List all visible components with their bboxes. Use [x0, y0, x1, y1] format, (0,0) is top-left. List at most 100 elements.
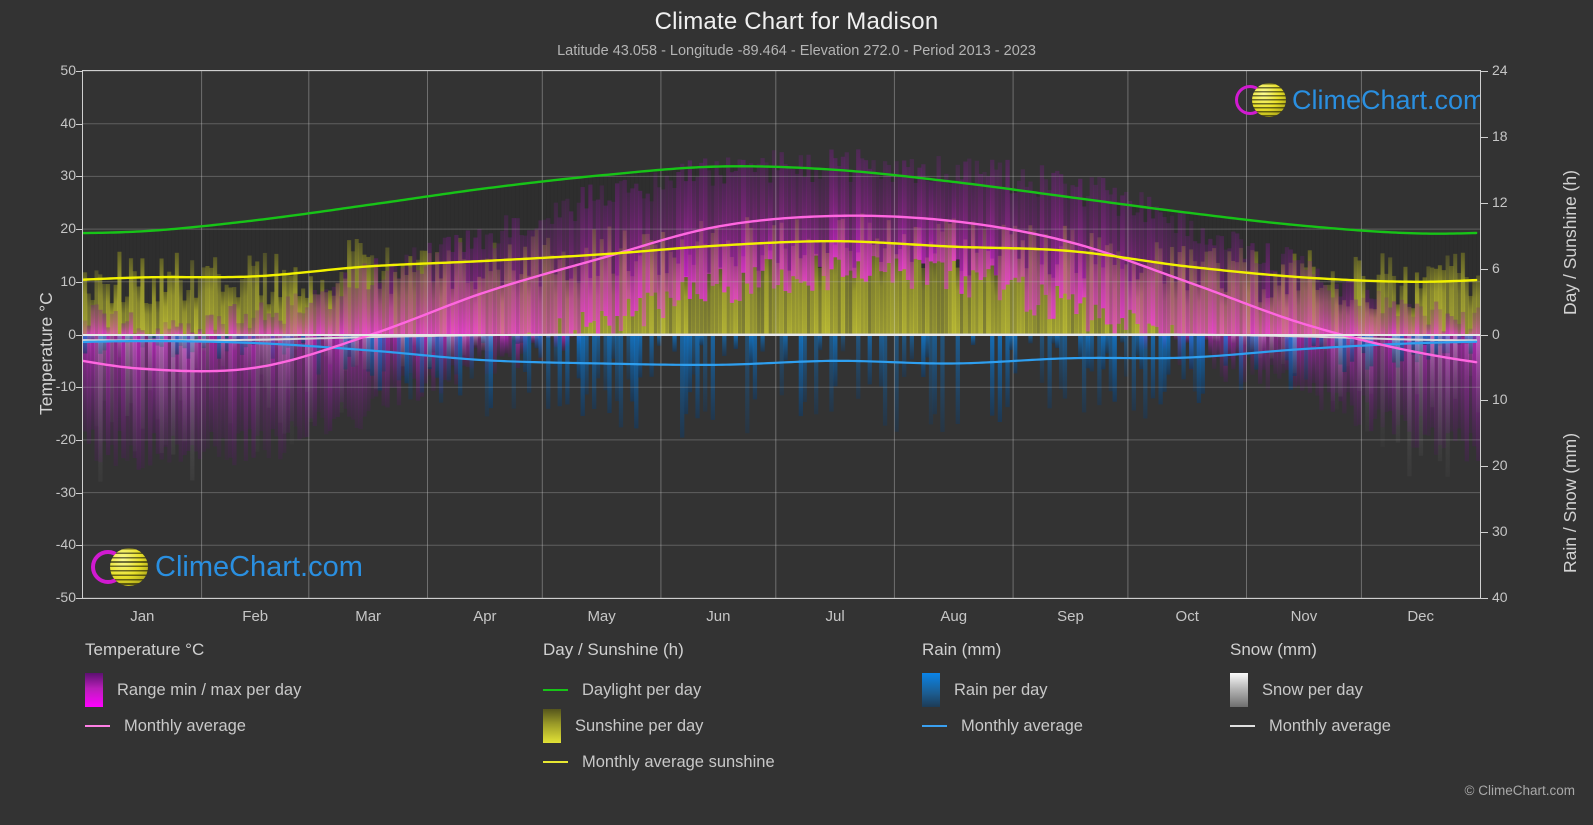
y-axis-right-tick-mark — [1481, 268, 1488, 270]
y-axis-right-tick-mark — [1481, 532, 1488, 534]
legend-item-label: Range min / max per day — [117, 680, 302, 699]
y-axis-left-tick: 0 — [68, 325, 76, 342]
x-axis-tick: Jan — [130, 608, 155, 625]
y-axis-left-tick: 40 — [60, 114, 76, 131]
legend-line-slot — [543, 689, 568, 691]
axis-line-bottom — [82, 598, 1481, 599]
x-axis-tick: Nov — [1290, 608, 1318, 625]
legend-group-title: Rain (mm) — [922, 640, 1002, 659]
chart-subtitle: Latitude 43.058 - Longitude -89.464 - El… — [557, 43, 1036, 59]
y-axis-right-top-tick: 12 — [1492, 193, 1508, 210]
y-axis-left-tick: -50 — [55, 589, 76, 605]
daylight-line-swatch — [543, 689, 568, 691]
legend-item-range-min-max[interactable]: Range min / max per day — [85, 672, 301, 708]
y-axis-left-tick-mark — [76, 71, 83, 72]
y-axis-left-tick-mark — [76, 334, 83, 336]
legend-line-slot — [922, 725, 947, 727]
legend-group-temperature: Temperature °C Range min / max per day M… — [85, 640, 301, 744]
snow-swatch — [1230, 673, 1248, 707]
x-axis-tick: Dec — [1407, 608, 1435, 625]
legend-item-rain-per-day[interactable]: Rain per day — [922, 672, 1083, 708]
x-axis-tick: Jun — [706, 608, 731, 625]
y-axis-left-tick: -20 — [55, 430, 76, 447]
y-axis-right-bottom-tick: 20 — [1492, 457, 1508, 474]
legend-item-sunshine-per-day[interactable]: Sunshine per day — [543, 708, 775, 744]
legend-group-snow: Snow (mm) Snow per day Monthly average — [1230, 640, 1391, 744]
y-axis-right-top-tick: 6 — [1492, 259, 1500, 276]
legend-item-label: Daylight per day — [582, 680, 702, 699]
legend-item-temperature-monthly-average[interactable]: Monthly average — [85, 708, 301, 744]
y-axis-right-tick-mark — [1481, 466, 1488, 468]
y-axis-left-tick: -30 — [55, 483, 76, 500]
sunshine-swatch — [543, 709, 561, 743]
temperature-average-line-swatch — [85, 725, 110, 727]
y-axis-left-tick: 50 — [60, 62, 76, 78]
x-axis-tick: May — [587, 608, 616, 625]
legend-item-label: Monthly average — [1269, 716, 1391, 735]
y-axis-left-tick-mark — [76, 492, 83, 494]
legend-item-label: Monthly average — [961, 716, 1083, 735]
y-axis-right-top-tick: 24 — [1492, 62, 1508, 78]
copyright-notice: © ClimeChart.com — [1464, 783, 1575, 798]
rain-average-line-swatch — [922, 725, 947, 727]
y-axis-right-tick-mark — [1481, 71, 1488, 72]
logo-text: ClimeChart.com — [155, 550, 363, 583]
legend-item-snow-per-day[interactable]: Snow per day — [1230, 672, 1391, 708]
legend-group-title: Temperature °C — [85, 640, 205, 659]
y-axis-right-top-tick: 0 — [1492, 325, 1500, 342]
y-axis-left-tick: 30 — [60, 167, 76, 184]
y-axis-left-tick: 10 — [60, 272, 76, 289]
zero-degree-line — [83, 333, 1480, 336]
page-title: Climate Chart for Madison — [654, 8, 939, 35]
legend-item-daylight-per-day[interactable]: Daylight per day — [543, 672, 775, 708]
logo-text: ClimeChart.com — [1292, 84, 1480, 115]
y-axis-right-tick-mark — [1481, 202, 1488, 204]
y-axis-left-tick: -40 — [55, 536, 76, 553]
y-axis-left-tick-mark — [76, 598, 83, 599]
logo-globe-icon — [110, 548, 148, 586]
legend-group-title: Day / Sunshine (h) — [543, 640, 684, 659]
x-axis-tick: Mar — [355, 608, 382, 625]
legend-group-day-sunshine: Day / Sunshine (h) Daylight per day Suns… — [543, 640, 775, 780]
temperature-range-swatch — [85, 673, 103, 707]
y-axis-left-tick-mark — [76, 545, 83, 547]
legend-item-monthly-average-sunshine[interactable]: Monthly average sunshine — [543, 744, 775, 780]
y-axis-left-tick-mark — [76, 387, 83, 389]
sunshine-average-line-swatch — [543, 761, 568, 763]
rain-swatch — [922, 673, 940, 707]
y-axis-right-tick-mark — [1481, 598, 1488, 599]
legend-item-label: Monthly average — [124, 716, 246, 735]
snow-average-line-swatch — [1230, 725, 1255, 727]
y-axis-left-tick-mark — [76, 176, 83, 178]
y-axis-left-title: Temperature °C — [36, 292, 56, 415]
chart-plot[interactable]: ClimeChart.com ClimeChart.com — [82, 70, 1481, 599]
y-axis-right-bottom-tick: 10 — [1492, 391, 1508, 408]
y-axis-right-bottom-tick: 30 — [1492, 523, 1508, 540]
y-axis-right-bottom-tick: 40 — [1492, 589, 1508, 605]
chart-legend: Temperature °C Range min / max per day M… — [0, 640, 1593, 825]
x-axis-tick: Feb — [242, 608, 269, 625]
y-axis-right-bottom-title: Rain / Snow (mm) — [1560, 432, 1580, 573]
y-axis-right-top-title: Day / Sunshine (h) — [1560, 170, 1580, 315]
x-axis-tick: Apr — [473, 608, 497, 625]
x-axis-tick: Sep — [1057, 608, 1084, 625]
x-axis-tick: Jul — [825, 608, 845, 625]
legend-line-slot — [1230, 725, 1255, 727]
y-axis-right-tick-mark — [1481, 400, 1488, 402]
y-axis-left-tick-mark — [76, 439, 83, 441]
legend-item-rain-monthly-average[interactable]: Monthly average — [922, 708, 1083, 744]
y-axis-left-tick-mark — [76, 229, 83, 231]
y-axis-left-tick: 20 — [60, 220, 76, 237]
y-axis-right-tick-mark — [1481, 334, 1488, 336]
climechart-logo-top: ClimeChart.com — [1235, 83, 1480, 117]
legend-group-rain: Rain (mm) Rain per day Monthly average — [922, 640, 1083, 744]
legend-line-slot — [543, 761, 568, 763]
y-axis-right-tick-mark — [1481, 136, 1488, 138]
y-axis-left-tick: -10 — [55, 378, 76, 395]
y-axis-right-top-tick: 18 — [1492, 127, 1508, 144]
y-axis-left-tick-mark — [76, 281, 83, 283]
climechart-logo-bottom: ClimeChart.com — [91, 548, 363, 586]
legend-item-snow-monthly-average[interactable]: Monthly average — [1230, 708, 1391, 744]
legend-item-label: Sunshine per day — [575, 716, 704, 735]
x-axis-tick: Aug — [940, 608, 968, 625]
